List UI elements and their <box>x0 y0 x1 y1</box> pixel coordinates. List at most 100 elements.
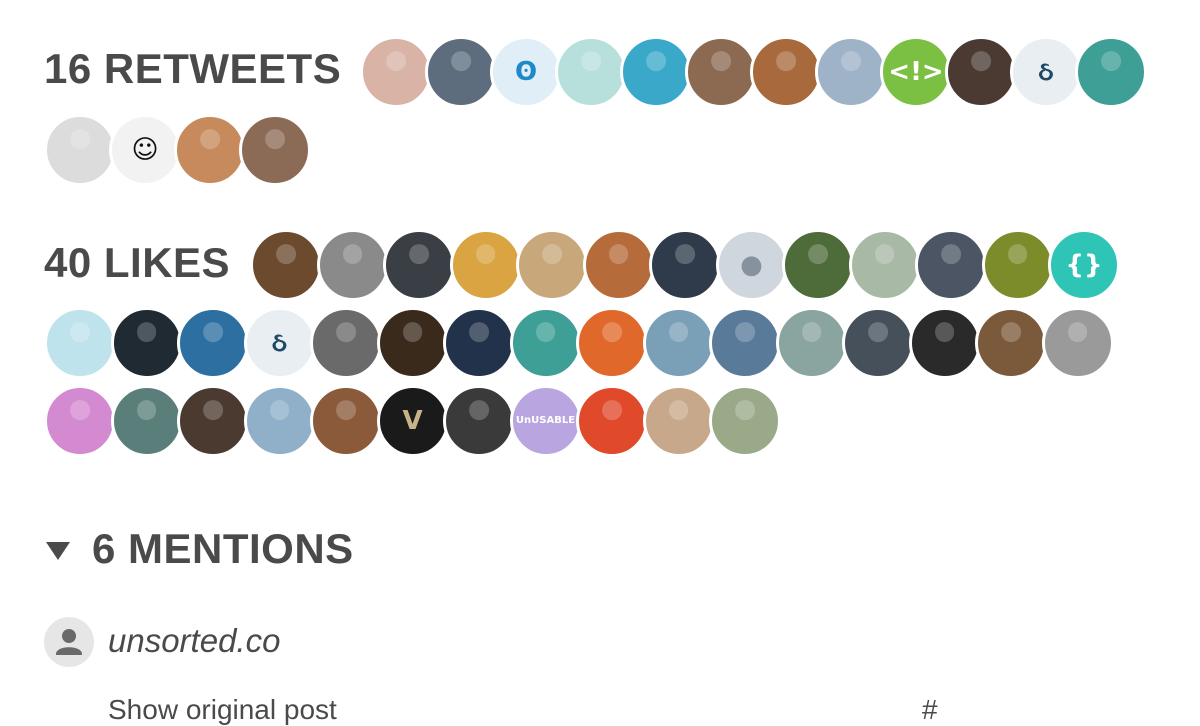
likes-avatar-photo <box>941 244 961 265</box>
likes-avatar[interactable]: {} <box>1048 229 1120 301</box>
likes-avatar[interactable]: ● <box>715 229 788 301</box>
likes-avatar[interactable] <box>915 229 987 301</box>
likes-avatar[interactable] <box>110 385 183 457</box>
likes-avatar-photo <box>934 322 955 343</box>
retweets-avatar[interactable]: ઠ <box>1010 36 1082 108</box>
likes-avatar-photo <box>535 322 556 343</box>
retweets-avatar[interactable] <box>555 36 627 108</box>
mention-avatar[interactable] <box>44 617 94 667</box>
retweets-avatar-photo <box>386 51 406 72</box>
likes-avatar-photo <box>469 322 489 343</box>
likes-avatar[interactable] <box>782 229 854 301</box>
likes-avatar[interactable] <box>243 385 316 457</box>
show-original-post-link[interactable]: Show original post <box>108 694 337 726</box>
likes-avatar-glyph: {} <box>1065 250 1103 280</box>
likes-avatar-photo <box>874 244 895 265</box>
likes-avatar-photo <box>203 400 223 421</box>
triangle-down-icon[interactable] <box>44 536 72 564</box>
likes-avatar[interactable] <box>250 229 322 301</box>
likes-avatar[interactable]: ઠ <box>243 307 316 379</box>
likes-avatar[interactable] <box>576 307 648 379</box>
likes-avatar-photo <box>1007 244 1028 265</box>
likes-avatar[interactable] <box>576 385 648 457</box>
likes-avatar-photo <box>735 322 755 343</box>
retweets-avatar[interactable] <box>1075 36 1147 108</box>
retweets-avatar[interactable] <box>174 114 246 186</box>
retweets-avatar-glyph: <!> <box>888 57 944 87</box>
retweets-avatar-photo <box>581 51 601 72</box>
user-icon <box>56 629 82 655</box>
likes-avatar[interactable] <box>842 307 914 379</box>
retweets-avatar[interactable] <box>750 36 822 108</box>
likes-avatar-photo <box>136 400 157 421</box>
likes-avatar[interactable] <box>975 307 1047 379</box>
likes-avatar-photo <box>70 400 90 421</box>
likes-avatar[interactable] <box>177 385 249 457</box>
likes-avatar[interactable] <box>110 307 183 379</box>
retweets-avatar-glyph: ઠ <box>1038 57 1054 87</box>
likes-avatar[interactable] <box>44 307 116 379</box>
retweets-avatar[interactable]: <!> <box>880 36 952 108</box>
retweets-avatar-photo <box>841 51 861 72</box>
likes-avatar[interactable] <box>642 385 715 457</box>
likes-avatar[interactable] <box>443 307 515 379</box>
retweets-avatar-glyph: ʘ <box>514 57 538 87</box>
likes-avatar-photo <box>70 322 90 343</box>
likes-avatar[interactable] <box>177 307 249 379</box>
likes-avatar-photo <box>868 322 888 343</box>
likes-avatar[interactable] <box>310 385 382 457</box>
likes-avatar[interactable] <box>642 307 715 379</box>
retweets-avatar[interactable]: ʘ <box>490 36 562 108</box>
likes-avatar[interactable] <box>1041 307 1114 379</box>
likes-avatar[interactable] <box>981 229 1054 301</box>
permalink-hash-link[interactable]: # <box>922 694 938 726</box>
likes-avatar-photo <box>1067 322 1088 343</box>
likes-avatar[interactable] <box>443 385 515 457</box>
retweets-avatar-photo <box>646 51 666 72</box>
likes-avatar-photo <box>402 322 423 343</box>
likes-avatar[interactable]: UnUSABLE <box>509 385 582 457</box>
likes-avatar[interactable] <box>848 229 921 301</box>
likes-avatar[interactable]: V <box>376 385 449 457</box>
likes-avatar[interactable] <box>509 307 582 379</box>
retweets-avatar[interactable] <box>425 36 497 108</box>
likes-heading: 40 LIKES <box>44 239 231 286</box>
retweets-avatar[interactable] <box>239 114 311 186</box>
likes-avatar-photo <box>276 244 296 265</box>
likes-avatar-photo <box>542 244 562 265</box>
mention-author-link[interactable]: unsorted.co <box>108 622 280 660</box>
likes-avatar[interactable] <box>316 229 389 301</box>
likes-avatar-glyph: V <box>402 406 423 436</box>
likes-avatar[interactable] <box>709 385 781 457</box>
likes-avatar[interactable] <box>44 385 116 457</box>
likes-avatar-photo <box>336 322 356 343</box>
retweets-avatar-photo <box>70 129 90 150</box>
likes-avatar[interactable] <box>908 307 981 379</box>
likes-avatar[interactable] <box>383 229 455 301</box>
likes-avatar-photo <box>203 322 223 343</box>
retweets-avatar[interactable] <box>620 36 692 108</box>
retweets-avatar-photo <box>971 51 991 72</box>
retweets-avatar[interactable] <box>945 36 1017 108</box>
likes-avatar-photo <box>1001 322 1021 343</box>
likes-avatar[interactable] <box>376 307 449 379</box>
retweets-avatar[interactable] <box>685 36 757 108</box>
likes-avatar-photo <box>475 244 496 265</box>
mentions-heading: 6 MENTIONS <box>92 525 354 572</box>
retweets-avatar[interactable]: ☺ <box>109 114 181 186</box>
likes-avatar-glyph: UnUSABLE <box>515 415 576 426</box>
retweets-heading: 16 RETWEETS <box>44 45 342 92</box>
likes-avatar-photo <box>469 400 489 421</box>
retweets-avatar[interactable] <box>815 36 887 108</box>
likes-avatar[interactable] <box>582 229 655 301</box>
retweets-avatar[interactable] <box>44 114 116 186</box>
likes-avatar[interactable] <box>310 307 382 379</box>
likes-avatar[interactable] <box>516 229 588 301</box>
likes-avatar[interactable] <box>449 229 522 301</box>
likes-avatar[interactable] <box>775 307 848 379</box>
retweets-avatar-photo <box>776 51 796 72</box>
likes-avatar[interactable] <box>709 307 781 379</box>
likes-avatar-photo <box>336 400 356 421</box>
retweets-avatar[interactable] <box>360 36 432 108</box>
likes-avatar[interactable] <box>649 229 721 301</box>
